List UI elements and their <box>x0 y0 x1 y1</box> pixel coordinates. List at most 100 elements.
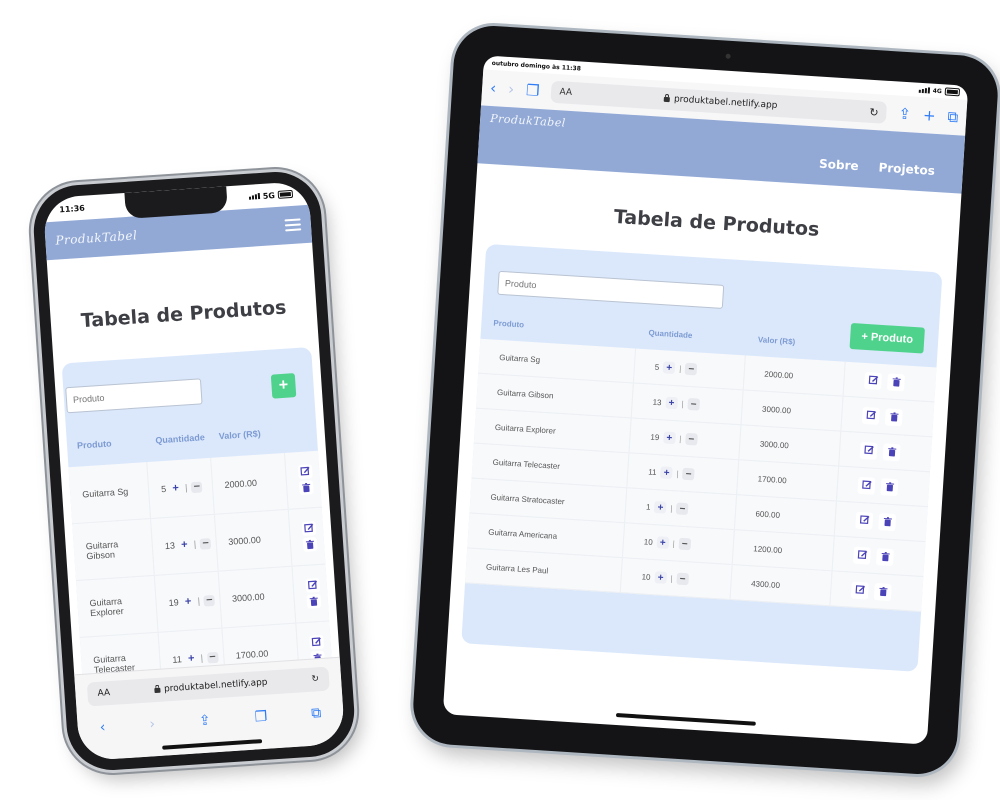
chevron-left-icon[interactable]: ‹ <box>99 719 106 735</box>
search-input[interactable] <box>497 270 725 309</box>
search-input[interactable] <box>65 378 203 414</box>
share-icon[interactable]: ⇪ <box>199 712 212 729</box>
decrease-quantity-button[interactable]: − <box>203 594 216 606</box>
product-quantity-cell: 19 + | − <box>154 571 222 633</box>
reload-icon[interactable]: ↻ <box>869 105 879 119</box>
product-actions-cell <box>836 465 930 507</box>
tabs-icon[interactable]: ⧉ <box>947 107 959 126</box>
increase-quantity-button[interactable]: + <box>665 396 678 410</box>
trash-icon[interactable] <box>298 480 314 496</box>
row-actions <box>855 511 897 531</box>
increase-quantity-button[interactable]: + <box>656 536 670 549</box>
quantity-stepper: 5 + | − <box>161 481 203 495</box>
quantity-stepper: 13 + | − <box>652 396 700 411</box>
edit-icon[interactable] <box>308 634 324 650</box>
add-product-button[interactable]: + <box>270 373 297 399</box>
increase-quantity-button[interactable]: + <box>182 595 194 607</box>
product-quantity-cell: 13 + | − <box>150 514 218 576</box>
decrease-quantity-button[interactable]: − <box>685 432 698 446</box>
row-actions <box>850 581 892 601</box>
separator: | <box>200 652 204 663</box>
product-quantity: 11 <box>647 467 657 477</box>
plus-icon[interactable]: + <box>922 106 936 125</box>
trash-icon[interactable] <box>884 407 903 426</box>
increase-quantity-button[interactable]: + <box>660 466 673 480</box>
product-quantity: 10 <box>641 571 651 582</box>
decrease-quantity-button[interactable]: − <box>687 397 700 411</box>
nav-link-sobre[interactable]: Sobre <box>819 157 859 173</box>
product-value: 3000.00 <box>213 509 292 572</box>
reload-icon[interactable]: ↻ <box>311 674 319 684</box>
product-quantity: 13 <box>164 540 176 552</box>
edit-icon[interactable] <box>853 546 872 565</box>
page-title: Tabela de Produtos <box>613 205 820 241</box>
phone-screen: 11:36 5G ProdukTabel Tabela de Produtos … <box>42 180 346 762</box>
tabs-icon[interactable]: ⧉ <box>311 705 322 722</box>
share-icon[interactable]: ⇪ <box>898 104 912 123</box>
increase-quantity-button[interactable]: + <box>654 501 667 514</box>
book-icon[interactable]: ❐ <box>254 709 268 726</box>
increase-quantity-button[interactable]: + <box>185 652 197 664</box>
product-quantity-cell: 5 + | − <box>146 457 214 519</box>
increase-quantity-button[interactable]: + <box>662 361 676 375</box>
trash-icon[interactable] <box>305 593 321 609</box>
increase-quantity-button[interactable]: + <box>179 539 191 551</box>
decrease-quantity-button[interactable]: − <box>676 572 689 586</box>
phone-address-bar[interactable]: AA produktabel.netlify.app ↻ <box>86 666 330 707</box>
page-title: Tabela de Produtos <box>80 296 287 333</box>
app-logo[interactable]: ProdukTabel <box>490 112 566 130</box>
trash-icon[interactable] <box>873 582 892 601</box>
decrease-quantity-button[interactable]: − <box>199 537 212 550</box>
menu-icon[interactable] <box>284 218 302 232</box>
trash-icon[interactable] <box>880 477 899 496</box>
trash-icon[interactable] <box>887 372 906 391</box>
add-product-button[interactable]: + Produto <box>849 322 925 354</box>
product-actions-cell <box>829 570 924 612</box>
separator: | <box>679 433 682 444</box>
edit-icon[interactable] <box>304 577 320 593</box>
edit-icon[interactable] <box>301 521 317 536</box>
product-name: Guitarra Explorer <box>76 575 159 638</box>
decrease-quantity-button[interactable]: − <box>684 362 698 376</box>
home-indicator <box>162 739 263 750</box>
product-value: 2000.00 <box>210 452 288 515</box>
increase-quantity-button[interactable]: + <box>662 431 676 445</box>
edit-icon[interactable] <box>859 441 878 460</box>
signal-bars-icon <box>918 87 930 94</box>
chevron-right-icon[interactable]: › <box>508 80 515 98</box>
separator: | <box>197 595 201 607</box>
separator: | <box>184 482 188 493</box>
quantity-stepper: 11 + | − <box>172 651 219 665</box>
nav-link-projetos[interactable]: Projetos <box>878 160 935 178</box>
edit-icon[interactable] <box>850 581 869 600</box>
increase-quantity-button[interactable]: + <box>654 571 667 584</box>
quantity-stepper: 1 + | − <box>646 500 689 516</box>
book-icon[interactable]: ❐ <box>526 81 541 100</box>
trash-icon[interactable] <box>302 537 318 552</box>
trash-icon[interactable] <box>878 512 897 531</box>
edit-icon[interactable] <box>857 476 876 495</box>
decrease-quantity-button[interactable]: − <box>206 651 219 663</box>
edit-icon[interactable] <box>864 371 883 390</box>
text-size-button[interactable]: AA <box>97 688 110 699</box>
row-actions <box>859 441 901 461</box>
column-header-actions <box>282 419 318 453</box>
product-quantity: 19 <box>168 597 179 608</box>
decrease-quantity-button[interactable]: − <box>676 502 689 516</box>
decrease-quantity-button[interactable]: − <box>682 467 695 481</box>
trash-icon[interactable] <box>882 442 901 461</box>
chevron-left-icon[interactable]: ‹ <box>490 78 497 96</box>
app-logo[interactable]: ProdukTabel <box>55 228 138 247</box>
phone-safari-toolbar: AA produktabel.netlify.app ↻ ‹ › ⇪ ❐ ⧉ <box>74 656 346 762</box>
add-product-label: Produto <box>870 331 914 346</box>
increase-quantity-button[interactable]: + <box>170 482 182 494</box>
text-size-button[interactable]: AA <box>559 87 572 98</box>
chevron-right-icon[interactable]: › <box>149 716 156 732</box>
edit-icon[interactable] <box>861 406 880 425</box>
edit-icon[interactable] <box>297 464 313 480</box>
decrease-quantity-button[interactable]: − <box>678 537 692 551</box>
battery-icon <box>277 189 294 199</box>
edit-icon[interactable] <box>855 511 874 530</box>
decrease-quantity-button[interactable]: − <box>191 481 203 493</box>
trash-icon[interactable] <box>876 547 895 566</box>
